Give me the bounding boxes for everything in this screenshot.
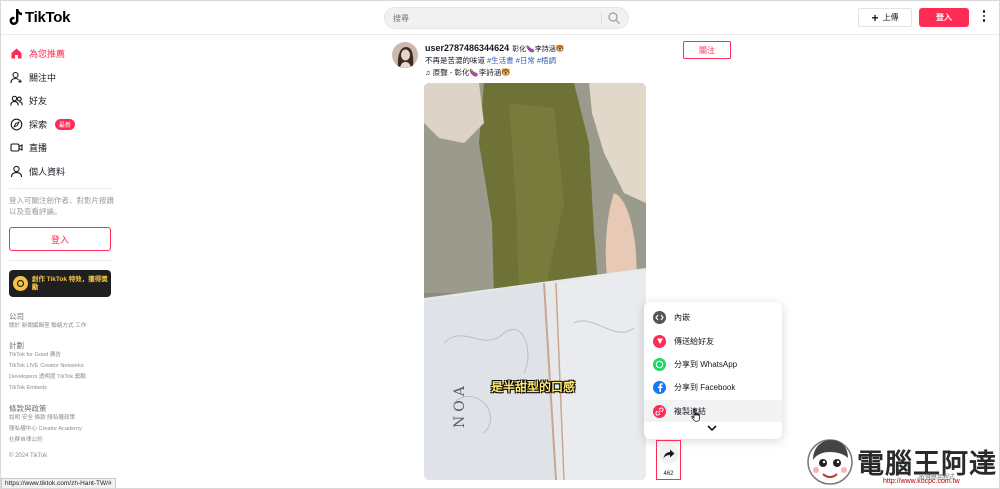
caption-text: 不再是苦澀的味道	[425, 56, 485, 65]
share-count: 462	[663, 471, 674, 477]
profile-icon	[10, 165, 23, 177]
video-player[interactable]: NOA	[424, 83, 646, 480]
sidebar-item-label: 關注中	[29, 72, 57, 83]
send-icon	[653, 334, 666, 348]
share-whatsapp-item[interactable]: 分享到 WhatsApp	[644, 353, 782, 375]
sidebar-item-label: 好友	[29, 95, 48, 106]
hashtag[interactable]: #日常	[516, 56, 535, 65]
watermark: 電腦王阿達 http://www.kocpc.com.tw	[797, 430, 999, 488]
author-avatar[interactable]	[392, 42, 418, 68]
svg-text:NOA: NOA	[452, 382, 468, 428]
hand-cursor-icon	[691, 409, 700, 422]
sidebar-item-profile[interactable]: 個人資料	[10, 163, 65, 179]
chevron-down-icon[interactable]	[705, 423, 719, 433]
search-divider	[601, 12, 602, 24]
share-copy-link-item[interactable]: 複製連結	[644, 400, 782, 422]
post-music[interactable]: ♫ 原聲 - 彰化🍆李詩涵🐯	[425, 67, 511, 78]
footer-program-links[interactable]: TikTok LIVE Creator Networks	[9, 361, 119, 372]
plus-icon: +	[871, 10, 879, 25]
share-button[interactable]: 462	[656, 440, 681, 480]
sidebar-item-label: 為您推薦	[29, 48, 66, 59]
coin-icon	[13, 276, 28, 291]
friends-icon	[10, 95, 23, 106]
top-header: TikTok + 上傳 登入	[1, 1, 999, 35]
sidebar-item-following[interactable]: 關注中	[10, 69, 56, 85]
author-username[interactable]: user2787486344624	[425, 43, 509, 53]
sidebar-item-friends[interactable]: 好友	[10, 92, 47, 108]
share-send-friends-item[interactable]: 傳送給好友	[644, 330, 782, 352]
footer-program-links[interactable]: TikTok Embeds	[9, 383, 119, 394]
footer-terms-links[interactable]: 說明 安全 條款 隱私權政策	[9, 413, 119, 424]
sidebar: 為您推薦 關注中 好友 探索 最新 直播 個人資料 登入可關注創作者、對影片按讚…	[1, 36, 121, 488]
search-input[interactable]	[393, 10, 593, 26]
follow-button[interactable]: 關注	[683, 41, 731, 59]
footer-terms-links[interactable]: 隱私權中心 Creator Academy	[9, 424, 119, 435]
sidebar-item-live[interactable]: 直播	[10, 139, 47, 155]
link-icon	[653, 404, 666, 418]
tiktok-logo-icon	[9, 9, 22, 25]
share-item-label: 內嵌	[674, 312, 690, 322]
logo-text: TikTok	[25, 8, 71, 26]
share-embed-item[interactable]: 內嵌	[644, 306, 782, 328]
effect-creator-banner[interactable]: 創作 TikTok 特效，獲得獎勵	[9, 270, 111, 297]
sidebar-login-button[interactable]: 登入	[9, 227, 111, 251]
following-icon	[10, 71, 22, 83]
video-subtitle: 是半甜型的口感	[491, 380, 576, 394]
sidebar-item-explore[interactable]: 探索 最新	[10, 116, 76, 132]
hashtag[interactable]: #梧調	[537, 56, 556, 65]
search-bar[interactable]	[384, 7, 629, 29]
share-menu: 內嵌 傳送給好友 分享到 WhatsApp 分享到 Facebook 複製連結	[644, 302, 782, 439]
sidebar-divider	[9, 188, 113, 189]
author-nickname: 彰化🍆李詩涵🐯	[512, 46, 565, 53]
sidebar-item-label: 探索	[29, 119, 48, 130]
post-author[interactable]: user2787486344624 彰化🍆李詩涵🐯	[425, 43, 565, 54]
search-icon[interactable]	[607, 11, 621, 25]
home-icon	[11, 48, 22, 58]
tiktok-page: TikTok + 上傳 登入 為您推薦 關注中 好友	[0, 0, 1000, 489]
share-arrow-icon	[659, 444, 679, 464]
sidebar-item-for-you[interactable]: 為您推薦	[10, 45, 65, 61]
hashtag[interactable]: #生活書	[487, 56, 514, 65]
mascot-logo	[807, 439, 853, 485]
live-icon	[10, 142, 23, 152]
upload-button[interactable]: + 上傳	[858, 8, 912, 27]
footer-company-links[interactable]: 關於 新聞編輯室 聯絡方式 工作	[9, 321, 119, 332]
tiktok-logo[interactable]: TikTok	[9, 8, 70, 26]
copyright-text: © 2024 TikTok	[9, 453, 48, 459]
sidebar-item-label: 直播	[29, 142, 48, 153]
sidebar-divider	[9, 260, 113, 261]
status-bar-url: https://www.tiktok.com/zh-Hant-TW/#	[1, 478, 116, 488]
login-hint-text: 登入可關注創作者、對影片按讚以及查看評論。	[9, 196, 114, 216]
get-app-link[interactable]: 取得應用程式	[919, 472, 955, 481]
footer-program-links[interactable]: TikTok for Good 廣告	[9, 350, 119, 361]
explore-icon	[10, 118, 23, 130]
effect-banner-text: 創作 TikTok 特效，獲得獎勵	[31, 275, 108, 291]
embed-icon	[653, 310, 666, 324]
share-item-label: 複製連結	[674, 406, 706, 416]
login-button[interactable]: 登入	[919, 8, 969, 27]
share-item-label: 分享到 WhatsApp	[674, 359, 738, 369]
share-item-label: 傳送給好友	[674, 336, 714, 346]
whatsapp-icon	[653, 357, 666, 371]
new-badge: 最新	[55, 118, 76, 130]
footer-program-links[interactable]: Developers 透明度 TikTok 獎勵	[9, 372, 119, 383]
footer-terms-links[interactable]: 社群自律公約	[9, 435, 119, 446]
upload-label: 上傳	[882, 13, 899, 22]
sidebar-item-label: 個人資料	[29, 166, 66, 177]
share-item-label: 分享到 Facebook	[674, 382, 736, 392]
more-options-icon[interactable]	[981, 10, 987, 24]
video-frame: NOA	[424, 83, 646, 480]
share-facebook-item[interactable]: 分享到 Facebook	[644, 376, 782, 398]
post-caption: 不再是苦澀的味道 #生活書 #日常 #梧調	[425, 55, 556, 66]
facebook-icon	[653, 380, 666, 394]
